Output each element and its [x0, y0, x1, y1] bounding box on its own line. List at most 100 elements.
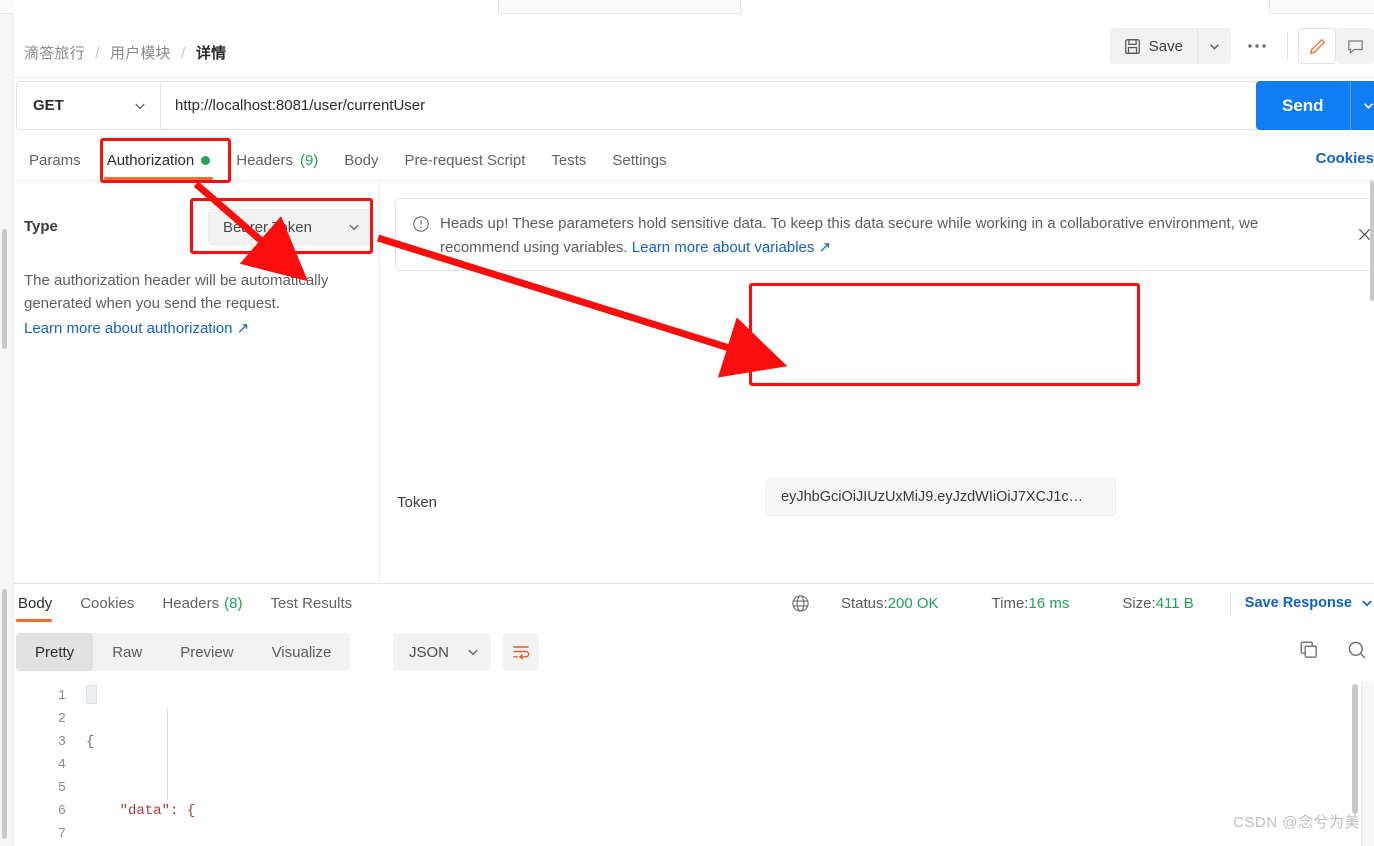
scrollbar-thumb[interactable] [2, 589, 7, 839]
copy-icon[interactable] [1298, 639, 1320, 661]
send-dropdown-button[interactable] [1349, 81, 1374, 130]
request-url-bar: GET [16, 81, 1258, 130]
format-raw-button[interactable]: Raw [93, 633, 161, 671]
comment-icon [1346, 37, 1365, 56]
status-label: Status: [840, 594, 888, 612]
tab-authorization-label: Authorization [106, 151, 195, 169]
breadcrumb-separator: / [95, 45, 100, 62]
breadcrumb-item-collection[interactable]: 滴答旅行 [24, 45, 85, 62]
auth-learn-more-link[interactable]: Learn more about authorization ↗ [24, 319, 249, 337]
meta-divider [1229, 592, 1231, 614]
notice-learn-more-link[interactable]: Learn more about variables ↗ [632, 239, 831, 256]
chevron-down-icon [347, 220, 361, 234]
tab-settings-label: Settings [612, 151, 667, 169]
tab-pre-request-script[interactable]: Pre-request Script [392, 140, 539, 180]
save-dropdown-button[interactable] [1197, 28, 1231, 64]
auth-configured-dot-icon [201, 155, 211, 165]
request-tabs: Params Authorization Headers (9) Body Pr… [16, 140, 1374, 181]
breadcrumb-separator: / [181, 45, 186, 62]
auth-type-select[interactable]: Bearer Token [208, 209, 372, 245]
size-label: Size: [1122, 594, 1156, 612]
chevron-down-icon[interactable] [1360, 596, 1374, 610]
tab-tests-label: Tests [551, 151, 587, 169]
response-tab-test-results[interactable]: Test Results [256, 584, 366, 622]
tab-tests[interactable]: Tests [538, 140, 599, 180]
word-wrap-icon [511, 643, 531, 661]
time-label: Time: [991, 594, 1029, 612]
auth-type-label: Type [24, 218, 58, 235]
line-number: 2 [57, 712, 66, 727]
size-readout: Size: 411 B [1103, 595, 1212, 612]
sensitive-data-notice: Heads up! These parameters hold sensitiv… [395, 198, 1374, 271]
request-header: 滴答旅行 / 用户模块 / 详情 Save [14, 14, 1374, 78]
response-tab-test-results-label: Test Results [270, 594, 353, 612]
code-line: { [86, 731, 943, 754]
save-button-group: Save [1109, 28, 1231, 64]
header-actions: Save [1109, 28, 1374, 64]
response-language-select[interactable]: JSON [393, 633, 491, 671]
more-actions-button[interactable] [1237, 28, 1277, 64]
tab-strip-segment[interactable] [740, 0, 1270, 14]
response-tab-body[interactable]: Body [16, 584, 66, 622]
format-pretty-button[interactable]: Pretty [16, 633, 94, 671]
watermark: CSDN @念兮为美 [1233, 814, 1360, 831]
tab-params[interactable]: Params [16, 140, 94, 180]
tab-strip-segment[interactable] [14, 0, 499, 14]
format-visualize-button[interactable]: Visualize [253, 633, 351, 671]
code-line: "data": { [86, 800, 943, 823]
left-scrollbar-rail[interactable] [0, 14, 14, 846]
tab-body-label: Body [344, 151, 379, 169]
notice-body: Heads up! These parameters hold sensitiv… [440, 215, 1259, 256]
response-tab-cookies[interactable]: Cookies [66, 584, 148, 622]
code-vertical-scrollbar[interactable] [1352, 684, 1358, 814]
token-input[interactable]: eyJhbGciOiJIUzUxMiJ9.eyJzdWIiOiJ7XCJ1c… [766, 478, 1116, 516]
line-number: 4 [57, 758, 66, 773]
tab-authorization[interactable]: Authorization [94, 140, 224, 180]
word-wrap-button[interactable] [503, 633, 539, 671]
chevron-down-icon [1362, 99, 1374, 112]
response-body-toolbar: Pretty Raw Preview Visualize JSON [16, 633, 1374, 673]
save-response-button[interactable]: Save Response [1245, 595, 1352, 611]
send-button-group: Send [1256, 81, 1374, 130]
breadcrumb-item-current: 详情 [195, 45, 227, 62]
pencil-icon [1308, 37, 1327, 56]
save-button[interactable]: Save [1109, 28, 1197, 64]
code-line-1: { [86, 734, 95, 750]
response-tabs: Body Cookies Headers (8) Test Results [16, 584, 716, 623]
response-meta: Status: 200 OK Time: 16 ms Size: 411 B S… [791, 592, 1374, 614]
scrollbar-thumb[interactable] [2, 229, 7, 349]
tab-settings[interactable]: Settings [599, 140, 679, 180]
auth-description: The authorization header will be automat… [24, 272, 329, 312]
tab-body[interactable]: Body [331, 140, 391, 180]
authorization-right-pane: Heads up! These parameters hold sensitiv… [381, 181, 1374, 583]
code-line-numbers: 1 2 3 4 5 6 7 [16, 682, 80, 846]
time-value: 16 ms [1028, 594, 1070, 612]
code-right-rail [1361, 682, 1374, 846]
tab-headers[interactable]: Headers (9) [223, 140, 331, 180]
breadcrumb-item-folder[interactable]: 用户模块 [110, 45, 171, 62]
response-language-value: JSON [409, 643, 450, 661]
response-tab-headers[interactable]: Headers (8) [148, 584, 256, 622]
send-button[interactable]: Send [1256, 81, 1350, 130]
edit-documentation-button[interactable] [1298, 28, 1336, 64]
comments-button[interactable] [1336, 28, 1374, 64]
status-value: 200 OK [887, 594, 939, 612]
line-number: 3 [57, 735, 66, 750]
line-number: 6 [57, 804, 66, 819]
format-preview-button[interactable]: Preview [161, 633, 252, 671]
size-value: 411 B [1155, 594, 1194, 612]
response-tab-cookies-label: Cookies [80, 594, 135, 612]
response-tab-headers-label: Headers [162, 594, 220, 612]
auth-type-value: Bearer Token [223, 218, 312, 236]
response-body-code[interactable]: 1 2 3 4 5 6 7 { "data": { "access": "adm… [16, 682, 1361, 846]
search-icon[interactable] [1346, 639, 1368, 661]
response-format-toggle: Pretty Raw Preview Visualize [16, 633, 351, 671]
cookies-link[interactable]: Cookies [1316, 150, 1374, 167]
right-scrollbar-thumb[interactable] [1370, 181, 1374, 301]
ellipsis-icon [1246, 42, 1268, 50]
response-tab-body-label: Body [18, 594, 53, 612]
chevron-down-icon [466, 645, 480, 659]
tab-params-label: Params [29, 151, 81, 169]
url-input[interactable] [161, 82, 1257, 129]
http-method-select[interactable]: GET [17, 82, 161, 129]
